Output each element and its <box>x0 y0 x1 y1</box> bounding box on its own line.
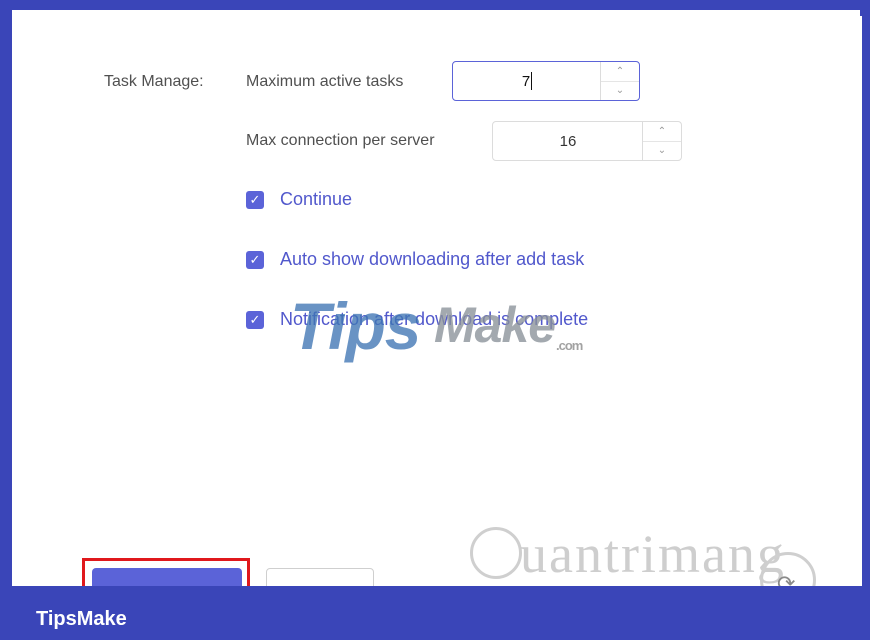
footer-bar <box>0 586 870 640</box>
option-label: Auto show downloading after add task <box>280 249 585 269</box>
decrement-chevron-down-icon[interactable]: ⌄ <box>643 141 681 160</box>
max-connection-value[interactable]: 16 <box>493 122 643 160</box>
quantrimang-watermark: uantrimang <box>520 524 786 584</box>
max-active-tasks-value[interactable]: 7 <box>453 62 601 100</box>
increment-chevron-up-icon[interactable]: ⌃ <box>601 62 639 82</box>
checkbox-checked-icon[interactable]: ✓ <box>246 190 264 209</box>
footer-brand: TipsMake <box>36 608 127 630</box>
max-connection-stepper[interactable]: 16 ⌃ ⌄ <box>492 121 682 161</box>
max-connection-label: Max connection per server <box>246 132 435 149</box>
text-cursor <box>531 72 533 90</box>
window-frame-left <box>0 0 12 640</box>
settings-panel <box>22 16 862 596</box>
option-notification-complete[interactable]: ✓ Notification after download is complet… <box>246 309 588 330</box>
option-auto-show-downloading[interactable]: ✓ Auto show downloading after add task <box>246 249 584 270</box>
decrement-chevron-down-icon[interactable]: ⌄ <box>601 81 639 100</box>
stepper-arrows: ⌃ ⌄ <box>600 62 639 100</box>
task-manage-label: Task Manage: <box>104 73 204 90</box>
option-label: Continue <box>280 189 353 209</box>
window-frame-top <box>0 0 870 10</box>
max-active-tasks-label: Maximum active tasks <box>246 73 404 90</box>
max-active-tasks-stepper[interactable]: 7 ⌃ ⌄ <box>452 61 640 101</box>
increment-chevron-up-icon[interactable]: ⌃ <box>643 122 681 142</box>
option-continue[interactable]: ✓ Continue <box>246 189 352 210</box>
checkbox-checked-icon[interactable]: ✓ <box>246 310 264 329</box>
option-label: Notification after download is complete <box>280 309 589 329</box>
quantrimang-logo-ring <box>470 527 522 579</box>
stepper-arrows: ⌃ ⌄ <box>642 122 681 160</box>
checkbox-checked-icon[interactable]: ✓ <box>246 250 264 269</box>
